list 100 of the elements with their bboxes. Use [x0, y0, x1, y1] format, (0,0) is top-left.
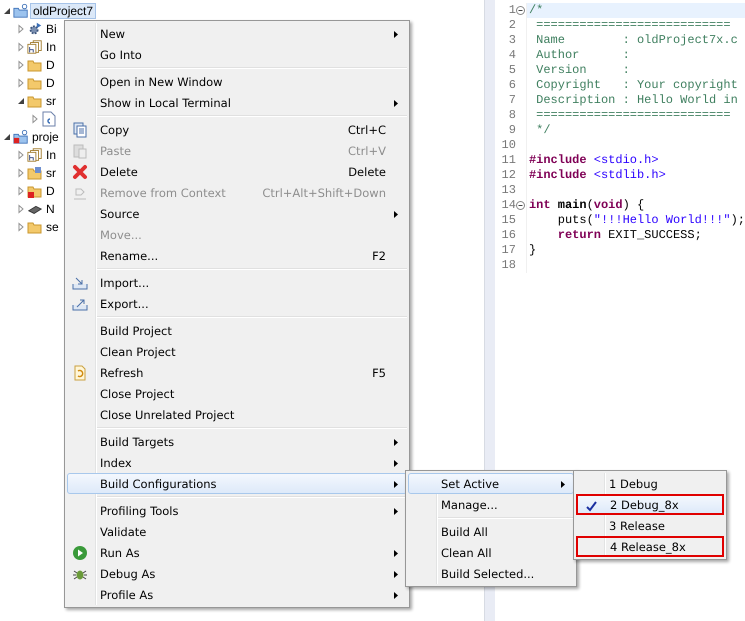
menu-item[interactable]: Refresh F5: [67, 362, 407, 383]
line-number: 17: [500, 243, 516, 258]
tree-item-label[interactable]: N: [44, 202, 57, 216]
source-folder-icon: [27, 165, 43, 181]
line-number: 16: [500, 228, 516, 243]
code-token: main: [556, 198, 587, 213]
clipboard-icon: [72, 143, 88, 159]
menu-item[interactable]: Index: [67, 452, 407, 473]
tree-item-label[interactable]: D: [44, 184, 57, 198]
menu-item[interactable]: Build Targets: [67, 431, 407, 452]
code-token: Version :: [535, 63, 630, 78]
menu-item[interactable]: Open in New Window: [67, 71, 407, 92]
expanded-arrow-icon[interactable]: [2, 6, 12, 16]
collapsed-arrow-icon[interactable]: [16, 24, 26, 34]
menu-item[interactable]: Manage...: [408, 494, 574, 515]
menu-item[interactable]: Clean All: [408, 542, 574, 563]
code-token: #include: [528, 153, 587, 168]
line-number: 10: [500, 138, 516, 153]
code-token: "!!!Hello World!!!": [594, 213, 731, 228]
tree-item-label[interactable]: D: [44, 58, 57, 72]
menu-item[interactable]: Show in Local Terminal: [67, 92, 407, 113]
tree-item-label[interactable]: se: [44, 220, 61, 234]
menu-item[interactable]: Debug As: [67, 563, 407, 584]
menu-item[interactable]: 4 Release_8x: [576, 536, 724, 557]
menu-item[interactable]: Import...: [67, 272, 407, 293]
play-icon: [72, 545, 88, 561]
fold-icon[interactable]: [516, 201, 526, 210]
tree-item-label[interactable]: In: [44, 148, 58, 162]
project-folder-icon: [13, 3, 29, 19]
collapsed-arrow-icon[interactable]: [16, 186, 26, 196]
menu-item[interactable]: Source: [67, 203, 407, 224]
collapsed-arrow-icon[interactable]: [16, 168, 26, 178]
copy-icon: [72, 122, 88, 138]
menu-item[interactable]: Build Selected...: [408, 563, 574, 584]
collapsed-arrow-icon[interactable]: [16, 42, 26, 52]
menu-item[interactable]: Close Unrelated Project: [67, 404, 407, 425]
menu-item[interactable]: Copy Ctrl+C: [67, 119, 407, 140]
code-token: void: [594, 198, 623, 213]
menu-item[interactable]: 3 Release: [576, 515, 724, 536]
menu-item[interactable]: Profile As: [67, 584, 407, 605]
code-token: ) {: [622, 198, 644, 213]
menu-item[interactable]: 1 Debug: [576, 473, 724, 494]
collapsed-arrow-icon[interactable]: [30, 114, 40, 124]
collapsed-arrow-icon[interactable]: [16, 60, 26, 70]
code-token: <stdio.h>: [592, 153, 659, 168]
code-token: <stdlib.h>: [592, 168, 666, 183]
header-files-icon: [27, 147, 43, 163]
refresh-icon: [72, 365, 88, 381]
tree-item-label[interactable]: oldProject7: [30, 3, 96, 19]
menu-item[interactable]: New: [67, 23, 407, 44]
code-token: int: [528, 198, 551, 213]
line-number: 1: [508, 3, 516, 18]
tree-item-label[interactable]: Bi: [44, 22, 59, 36]
code-token: ===========================: [535, 18, 731, 33]
line-number: 4: [508, 48, 516, 63]
line-number: 13: [500, 183, 516, 198]
menu-item[interactable]: Go Into: [67, 44, 407, 65]
expanded-arrow-icon[interactable]: [16, 96, 26, 106]
code-token: ===========================: [535, 108, 731, 123]
gear-icon: [27, 21, 43, 37]
expanded-arrow-icon[interactable]: [2, 132, 12, 142]
menu-item[interactable]: Close Project: [67, 383, 407, 404]
tree-item-label[interactable]: In: [44, 40, 58, 54]
line-number: 8: [508, 108, 516, 123]
menu-item[interactable]: Rename... F2: [67, 245, 407, 266]
code-token: puts(: [556, 213, 594, 228]
project-folder-icon: [13, 129, 29, 145]
header-files-icon: [27, 39, 43, 55]
tree-item-label[interactable]: D: [44, 76, 57, 90]
code-token: Author :: [535, 48, 630, 63]
tree-item-label[interactable]: proje: [30, 130, 61, 144]
collapsed-arrow-icon[interactable]: [16, 78, 26, 88]
menu-item[interactable]: Build Configurations: [67, 473, 407, 494]
line-number: 2: [508, 18, 516, 33]
menu-item[interactable]: Build Project: [67, 320, 407, 341]
menu-item[interactable]: Validate: [67, 521, 407, 542]
code-token: /*: [528, 3, 544, 18]
menu-item[interactable]: 2 Debug_8x: [576, 494, 724, 515]
line-number: 5: [508, 63, 516, 78]
fold-icon[interactable]: [516, 6, 526, 15]
menu-item[interactable]: Export...: [67, 293, 407, 314]
tree-item-label[interactable]: sr: [44, 94, 58, 108]
line-number: 9: [508, 123, 516, 138]
line-number: 12: [500, 168, 516, 183]
tree-item-label[interactable]: sr: [44, 166, 58, 180]
line-number: 15: [500, 213, 516, 228]
menu-item[interactable]: Delete Delete: [67, 161, 407, 182]
c-file-icon: [41, 111, 57, 127]
line-number: 7: [508, 93, 516, 108]
line-number: 11: [500, 153, 516, 168]
line-number: 14: [500, 198, 516, 213]
collapsed-arrow-icon[interactable]: [16, 204, 26, 214]
menu-item[interactable]: Profiling Tools: [67, 500, 407, 521]
collapsed-arrow-icon[interactable]: [16, 150, 26, 160]
code-token: #include: [528, 168, 587, 183]
menu-item[interactable]: Set Active: [408, 473, 574, 494]
menu-item[interactable]: Clean Project: [67, 341, 407, 362]
collapsed-arrow-icon[interactable]: [16, 222, 26, 232]
menu-item[interactable]: Build All: [408, 521, 574, 542]
menu-item[interactable]: Run As: [67, 542, 407, 563]
